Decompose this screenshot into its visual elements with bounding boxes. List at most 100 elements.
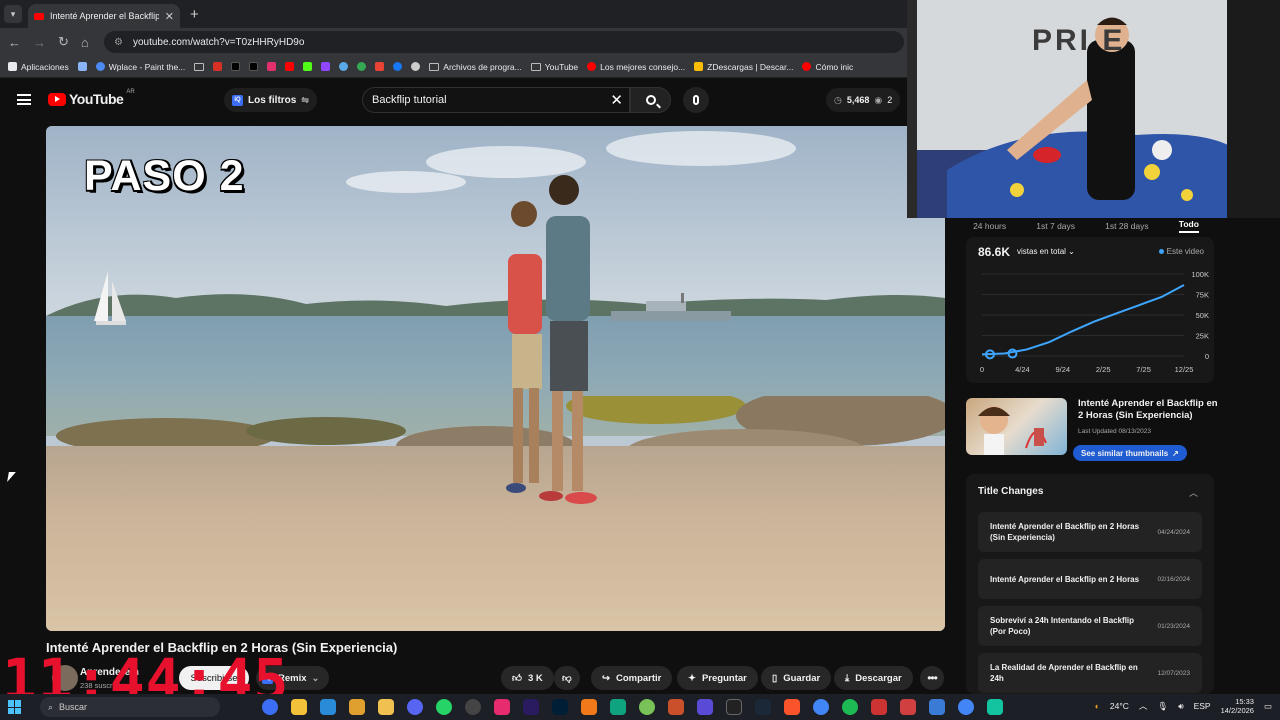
new-tab-icon[interactable]: +: [190, 6, 199, 23]
zdescargas-icon: [694, 62, 704, 71]
tiktok-icon[interactable]: [231, 62, 241, 71]
download-button[interactable]: ⤓ Descargar: [834, 666, 913, 690]
tab-all[interactable]: Todo: [1178, 219, 1199, 233]
volume-icon[interactable]: 🔊︎: [1178, 701, 1183, 712]
twitch-icon[interactable]: [321, 62, 331, 71]
chevron-up-icon[interactable]: ︿: [1139, 700, 1148, 712]
tiktok-icon[interactable]: [494, 699, 510, 715]
app-icon-green[interactable]: [357, 62, 367, 71]
brave-icon[interactable]: [784, 699, 800, 715]
search-icon: [645, 95, 656, 105]
tab-7-days[interactable]: 1st 7 days: [1036, 221, 1075, 231]
app-icon[interactable]: [668, 699, 684, 715]
chrome-icon[interactable]: [813, 699, 829, 715]
grid-icon[interactable]: [77, 62, 87, 71]
bookmark-como[interactable]: Cómo inic: [802, 62, 853, 72]
weather-icon[interactable]: ◐: [1095, 701, 1100, 711]
voice-search-button[interactable]: [683, 87, 709, 113]
close-tab-icon[interactable]: ✕: [165, 10, 174, 23]
video-player[interactable]: PASO 2: [46, 126, 945, 631]
language[interactable]: ESP: [1194, 701, 1211, 711]
app-icon[interactable]: [465, 699, 481, 715]
tab-28-days[interactable]: 1st 28 days: [1105, 221, 1148, 231]
instagram-icon[interactable]: [267, 62, 277, 71]
home-icon[interactable]: ⌂: [81, 35, 89, 50]
start-icon[interactable]: [8, 700, 22, 714]
thumbs-up-icon: 👍︎: [512, 673, 522, 684]
share-button[interactable]: ↪ Compartir: [591, 666, 673, 690]
folder-icon[interactable]: [378, 699, 394, 715]
similar-thumbnails-button[interactable]: See similar thumbnails ↗: [1073, 445, 1187, 461]
bookmark-archivos[interactable]: Archivos de progra...: [429, 62, 522, 72]
chrome-active-icon[interactable]: [958, 699, 974, 715]
github-icon[interactable]: [411, 62, 421, 71]
ask-button[interactable]: ✦ Preguntar: [677, 666, 758, 690]
photoshop-icon[interactable]: [552, 699, 568, 715]
file-explorer-icon[interactable]: [291, 699, 307, 715]
app-icon[interactable]: [871, 699, 887, 715]
bookmark-wplace[interactable]: Wplace - Paint the...: [95, 62, 185, 72]
cloud: [346, 171, 466, 193]
x-icon[interactable]: [249, 62, 259, 71]
discord-icon[interactable]: [407, 699, 423, 715]
filters-button[interactable]: iQ Los filtros ⇋: [224, 88, 317, 112]
apps-grid-icon: [8, 62, 17, 71]
y-tick-label: 75K: [1196, 291, 1209, 300]
folder-icon[interactable]: [194, 62, 205, 71]
whatsapp-icon[interactable]: [436, 699, 452, 715]
clear-search-icon[interactable]: ✕: [610, 91, 623, 109]
youtube-logo[interactable]: YouTube AR: [48, 89, 135, 107]
menu-icon[interactable]: [17, 94, 31, 105]
url-bar[interactable]: ⚙ youtube.com/watch?v=T0zHHRyHD9o: [104, 31, 904, 53]
save-button[interactable]: ▯ Guardar: [761, 666, 832, 690]
notifications-icon[interactable]: ▭: [1264, 701, 1272, 712]
related-video[interactable]: Intenté Aprender el Backflip en 2 Horas …: [966, 396, 1218, 466]
related-video-title[interactable]: Intenté Aprender el Backflip en 2 Horas …: [1078, 398, 1218, 421]
temperature[interactable]: 24°C: [1110, 701, 1129, 711]
app-icon[interactable]: [697, 699, 713, 715]
mic-icon[interactable]: 🎙︎: [1157, 701, 1168, 712]
steam-icon[interactable]: [755, 699, 771, 715]
search-button[interactable]: [630, 87, 671, 113]
youtube-icon[interactable]: [285, 62, 295, 71]
premiere-icon[interactable]: [523, 699, 539, 715]
bookmark-consejos[interactable]: Los mejores consejo...: [587, 62, 685, 72]
app-icon[interactable]: [987, 699, 1003, 715]
search-input[interactable]: Backflip tutorial ✕: [362, 87, 630, 113]
video-thumbnail[interactable]: [966, 398, 1067, 455]
bookmark-apps[interactable]: Aplicaciones: [8, 62, 69, 72]
wplace-icon: [95, 62, 105, 71]
dislike-button[interactable]: 👎︎: [554, 666, 580, 690]
app-icon[interactable]: [639, 699, 655, 715]
facebook-icon[interactable]: [393, 62, 403, 71]
chevron-up-icon[interactable]: ︿: [1189, 486, 1198, 499]
store-icon[interactable]: [320, 699, 336, 715]
more-actions-icon[interactable]: •••: [920, 666, 944, 690]
people-figures: [506, 175, 597, 504]
epic-icon[interactable]: [726, 699, 742, 715]
app-icon[interactable]: [262, 699, 278, 715]
bookmark-zdescargas[interactable]: ZDescargas | Descar...: [694, 62, 793, 72]
gmail-icon[interactable]: [375, 62, 385, 71]
spotify-icon[interactable]: [842, 699, 858, 715]
reload-icon[interactable]: ↻: [58, 34, 69, 50]
taskbar-search[interactable]: ⌕ Buscar: [40, 697, 220, 717]
vlc-icon[interactable]: [581, 699, 597, 715]
chatgpt-icon[interactable]: [610, 699, 626, 715]
forward-icon[interactable]: →: [33, 35, 46, 50]
tab-24-hours[interactable]: 24 hours: [973, 221, 1006, 231]
browser-tab-active[interactable]: Intenté Aprender el Backflip en ✕: [28, 4, 180, 28]
app-icon[interactable]: [339, 62, 349, 71]
app-icon[interactable]: [349, 699, 365, 715]
like-button[interactable]: 👍︎ 3 K: [501, 666, 554, 690]
app-icon[interactable]: [929, 699, 945, 715]
bookmark-icon[interactable]: [213, 62, 223, 71]
site-info-icon[interactable]: ⚙: [114, 37, 123, 48]
stats-pill[interactable]: ◷ 5,468 ◉ 2: [826, 88, 901, 112]
app-icon[interactable]: [900, 699, 916, 715]
clock[interactable]: 15:33 14/2/2026: [1221, 697, 1254, 715]
back-icon[interactable]: ←: [8, 35, 21, 50]
kick-icon[interactable]: [303, 62, 313, 71]
bookmark-youtube[interactable]: YouTube: [530, 62, 578, 72]
tab-search-icon[interactable]: ▾: [4, 5, 22, 23]
